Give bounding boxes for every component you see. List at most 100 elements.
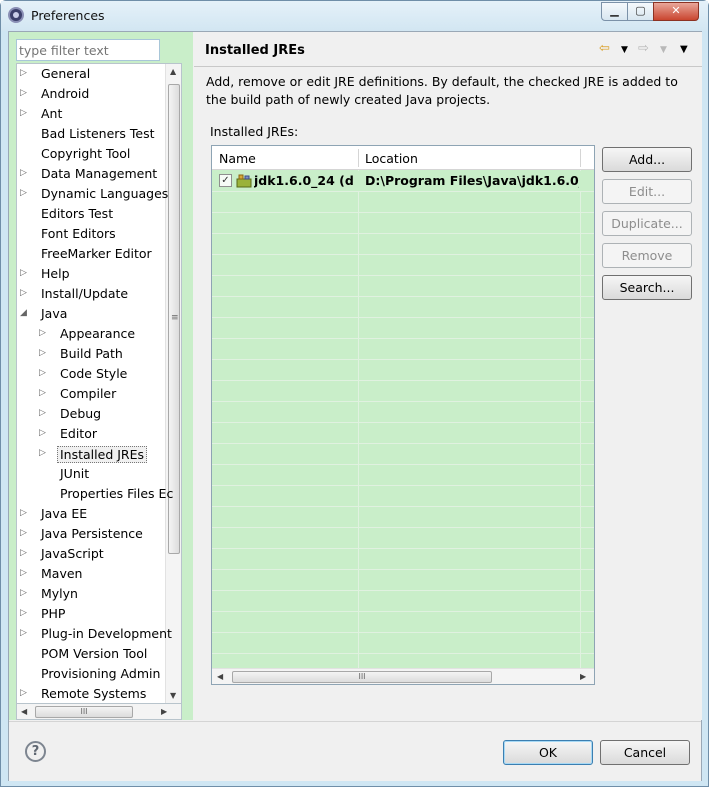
empty-table-row xyxy=(212,507,594,528)
filter-input[interactable] xyxy=(16,39,160,61)
table-row[interactable]: ✓ jdk1.6.0_24 (de... D:\Program Files\Ja… xyxy=(212,171,594,192)
collapsed-arrow-icon[interactable]: ▷ xyxy=(39,368,48,379)
tree-item[interactable]: ▷ Build Path xyxy=(17,344,165,364)
ok-button[interactable]: OK xyxy=(503,740,593,765)
back-menu-icon[interactable]: ▼ xyxy=(621,45,628,55)
collapsed-arrow-icon[interactable]: ▷ xyxy=(20,568,29,579)
scrollbar-thumb[interactable]: III xyxy=(35,706,133,718)
collapsed-arrow-icon[interactable]: ▷ xyxy=(20,628,29,639)
tree-item[interactable]: Properties Files Ec xyxy=(17,484,173,504)
collapsed-arrow-icon[interactable]: ▷ xyxy=(20,88,29,99)
minimize-button[interactable]: ▁ xyxy=(601,2,628,21)
forward-menu-icon[interactable]: ▼ xyxy=(660,45,667,55)
tree-item[interactable]: ▷ JavaScript xyxy=(17,544,165,564)
maximize-button[interactable]: ▢ xyxy=(627,2,654,21)
tree-item[interactable]: ▷ Ant xyxy=(17,104,165,124)
tree-item[interactable]: ▷ Remote Systems xyxy=(17,684,165,703)
help-icon[interactable]: ? xyxy=(25,741,46,762)
collapsed-arrow-icon[interactable]: ▷ xyxy=(39,388,48,399)
scroll-down-icon[interactable]: ▼ xyxy=(170,691,176,700)
tree-item[interactable]: Font Editors xyxy=(17,224,165,244)
back-arrow-icon[interactable]: ⇦ xyxy=(599,41,610,56)
default-jre-checkbox[interactable]: ✓ xyxy=(219,174,232,187)
forward-arrow-icon[interactable]: ⇨ xyxy=(638,41,649,56)
collapsed-arrow-icon[interactable]: ▷ xyxy=(39,428,48,439)
collapsed-arrow-icon[interactable]: ▷ xyxy=(20,68,29,79)
tree-item[interactable]: ▷ Code Style xyxy=(17,364,165,384)
jre-table[interactable]: Name Location ✓ jdk1.6.0_24 (de... D:\Pr xyxy=(211,145,595,685)
empty-table-row xyxy=(212,570,594,591)
tree-item[interactable]: Copyright Tool xyxy=(17,144,165,164)
tree-item[interactable]: FreeMarker Editor xyxy=(17,244,165,264)
collapsed-arrow-icon[interactable]: ▷ xyxy=(20,588,29,599)
tree-item[interactable]: ▷ Installed JREs xyxy=(17,444,165,464)
close-button[interactable]: ✕ xyxy=(653,2,699,21)
cancel-button[interactable]: Cancel xyxy=(600,740,690,765)
tree-item[interactable]: ▷ Debug xyxy=(17,404,165,424)
scroll-left-icon[interactable]: ◀ xyxy=(217,672,223,681)
collapsed-arrow-icon[interactable]: ▷ xyxy=(20,608,29,619)
tree-item[interactable]: ▷ Compiler xyxy=(17,384,165,404)
tree-item-label: Dynamic Languages xyxy=(41,186,169,201)
collapsed-arrow-icon[interactable]: ▷ xyxy=(39,408,48,419)
tree-vertical-scrollbar[interactable]: ▲ ≡ ▼ xyxy=(165,64,181,703)
tree-item[interactable]: Editors Test xyxy=(17,204,165,224)
tree-item[interactable]: ▷ Java EE xyxy=(17,504,165,524)
tree-item[interactable]: ▷ Mylyn xyxy=(17,584,165,604)
empty-table-row xyxy=(212,381,594,402)
collapsed-arrow-icon[interactable]: ▷ xyxy=(20,268,29,279)
tree-item[interactable]: ▷ Help xyxy=(17,264,165,284)
expanded-arrow-icon[interactable]: ◢ xyxy=(20,308,29,319)
add-button[interactable]: Add... xyxy=(602,147,692,172)
search-button[interactable]: Search... xyxy=(602,275,692,300)
tree-item[interactable]: Bad Listeners Test xyxy=(17,124,165,144)
collapsed-arrow-icon[interactable]: ▷ xyxy=(20,528,29,539)
tree-item-label: JUnit xyxy=(60,466,90,481)
scroll-right-icon[interactable]: ▶ xyxy=(580,672,586,681)
collapsed-arrow-icon[interactable]: ▷ xyxy=(20,688,29,699)
tree-item[interactable]: ▷ Android xyxy=(17,84,165,104)
column-header-location[interactable]: Location xyxy=(365,151,418,166)
tree-item[interactable]: ▷ Install/Update xyxy=(17,284,165,304)
view-menu-icon[interactable]: ▼ xyxy=(680,44,688,55)
collapsed-arrow-icon[interactable]: ▷ xyxy=(20,188,29,199)
tree-item[interactable]: POM Version Tool xyxy=(17,644,165,664)
collapsed-arrow-icon[interactable]: ▷ xyxy=(39,328,48,339)
collapsed-arrow-icon[interactable]: ▷ xyxy=(20,288,29,299)
empty-table-row xyxy=(212,423,594,444)
tree-item[interactable]: JUnit xyxy=(17,464,165,484)
edit-button[interactable]: Edit... xyxy=(602,179,692,204)
tree-item[interactable]: ◢ Java xyxy=(17,304,165,324)
jre-name-cell: jdk1.6.0_24 (de... xyxy=(254,173,354,188)
scroll-right-icon[interactable]: ▶ xyxy=(161,707,167,716)
tree-item[interactable]: ▷ PHP xyxy=(17,604,165,624)
collapsed-arrow-icon[interactable]: ▷ xyxy=(39,448,48,459)
tree-item[interactable]: ▷ Java Persistence xyxy=(17,524,165,544)
tree-item[interactable]: ▷ Data Management xyxy=(17,164,165,184)
collapsed-arrow-icon[interactable]: ▷ xyxy=(20,548,29,559)
remove-button[interactable]: Remove xyxy=(602,243,692,268)
scrollbar-thumb[interactable]: ≡ xyxy=(168,84,180,554)
tree-item[interactable]: ▷ Dynamic Languages xyxy=(17,184,169,204)
collapsed-arrow-icon[interactable]: ▷ xyxy=(20,108,29,119)
collapsed-arrow-icon[interactable]: ▷ xyxy=(39,348,48,359)
empty-table-row xyxy=(212,444,594,465)
tree-item[interactable]: ▷ General xyxy=(17,64,165,84)
tree-item[interactable]: Provisioning Admin xyxy=(17,664,165,684)
tree-item[interactable]: ▷ Appearance xyxy=(17,324,165,344)
collapsed-arrow-icon[interactable]: ▷ xyxy=(20,508,29,519)
table-header: Name Location xyxy=(212,146,594,170)
scroll-up-icon[interactable]: ▲ xyxy=(170,67,176,76)
tree-item[interactable]: ▷ Maven xyxy=(17,564,165,584)
tree-item[interactable]: ▷ Plug-in Development xyxy=(17,624,172,644)
tree-horizontal-scrollbar[interactable]: ◀ III ▶ xyxy=(16,704,182,720)
duplicate-button[interactable]: Duplicate... xyxy=(602,211,692,236)
tree-item-label: Copyright Tool xyxy=(41,146,131,161)
preference-tree[interactable]: ▲ ≡ ▼ ▷ General ▷ Android ▷ Ant Bad Listeners … xyxy=(16,63,182,704)
column-header-name[interactable]: Name xyxy=(219,151,256,166)
scroll-left-icon[interactable]: ◀ xyxy=(21,707,27,716)
scrollbar-thumb[interactable]: III xyxy=(232,671,492,683)
tree-item[interactable]: ▷ Editor xyxy=(17,424,165,444)
collapsed-arrow-icon[interactable]: ▷ xyxy=(20,168,29,179)
table-horizontal-scrollbar[interactable]: ◀ III ▶ xyxy=(212,668,594,684)
